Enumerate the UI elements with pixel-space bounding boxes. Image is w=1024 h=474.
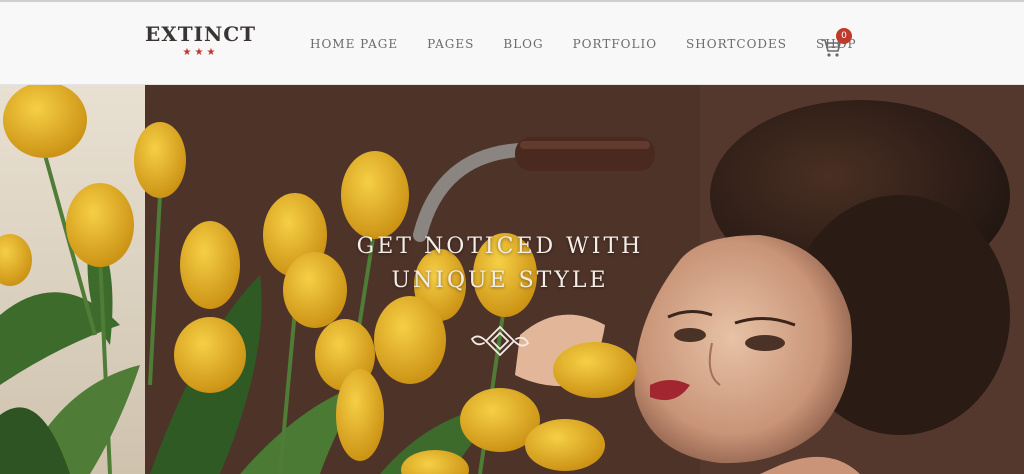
flourish-ornament-icon [470, 325, 530, 357]
hero-heading-line-2: UNIQUE STYLE [391, 268, 609, 293]
nav-item-shortcodes[interactable]: SHORTCODES [686, 37, 787, 51]
hero-heading: GET NOTICED WITH UNIQUE STYLE [280, 230, 720, 298]
cart-button[interactable]: 0 [820, 28, 856, 60]
logo-stars: ★★★ [182, 47, 219, 58]
nav-item-blog[interactable]: BLOG [503, 37, 543, 51]
main-nav: HOME PAGE PAGES BLOG PORTFOLIO SHORTCODE… [300, 34, 886, 54]
site-header: EXTINCT ★★★ HOME PAGE PAGES BLOG PORTFOL… [0, 0, 1024, 85]
page: EXTINCT ★★★ HOME PAGE PAGES BLOG PORTFOL… [0, 0, 1024, 474]
cart-count-badge: 0 [836, 28, 852, 44]
hero-heading-line-1: GET NOTICED WITH [356, 234, 644, 259]
site-logo[interactable]: EXTINCT ★★★ [143, 22, 258, 62]
nav-item-pages[interactable]: PAGES [427, 37, 474, 51]
nav-item-portfolio[interactable]: PORTFOLIO [573, 37, 657, 51]
hero-banner: GET NOTICED WITH UNIQUE STYLE [0, 85, 1024, 474]
logo-text: EXTINCT [144, 22, 257, 46]
nav-item-home-page[interactable]: HOME PAGE [310, 37, 398, 51]
